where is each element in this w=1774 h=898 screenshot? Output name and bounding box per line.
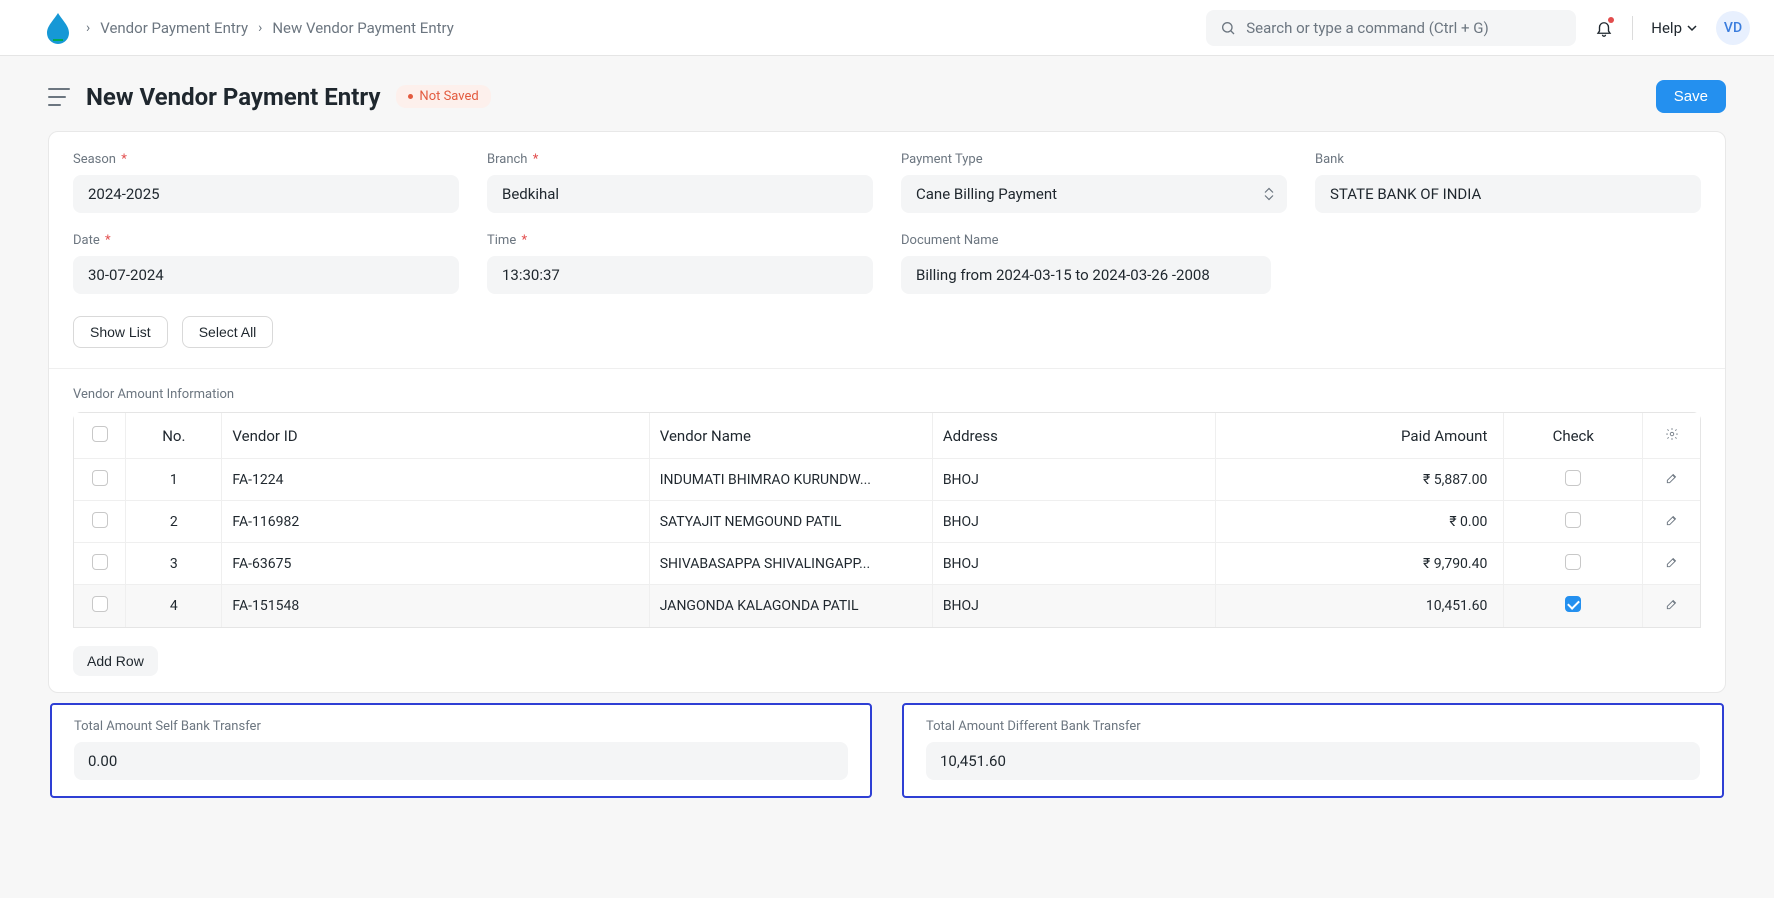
chevron-right-icon: › [258,20,262,36]
branch-input[interactable]: Bedkihal [487,175,873,213]
col-vendor-id: Vendor ID [221,413,648,459]
gear-icon[interactable] [1665,427,1679,445]
breadcrumb-item[interactable]: Vendor Payment Entry [100,19,248,37]
sidebar-toggle[interactable] [48,88,70,106]
field-season: Season * 2024-2025 [73,152,459,213]
help-label: Help [1651,19,1682,37]
season-input[interactable]: 2024-2025 [73,175,459,213]
main-area: New Vendor Payment Entry Not Saved Save … [0,56,1774,898]
select-all-checkbox[interactable] [92,426,108,442]
search-placeholder: Search or type a command (Ctrl + G) [1246,19,1488,37]
notifications-button[interactable] [1594,17,1614,39]
total-self-value[interactable]: 0.00 [74,742,848,780]
total-diff-label: Total Amount Different Bank Transfer [926,719,1700,734]
save-button[interactable]: Save [1656,80,1726,113]
row-check-checkbox[interactable] [1565,596,1581,612]
cell-vendor-name: SATYAJIT NEMGOUND PATIL [649,501,932,543]
form-card: Season * 2024-2025 Branch * Bedkihal Pay… [48,131,1726,693]
total-self-box: Total Amount Self Bank Transfer 0.00 [50,703,872,798]
cell-address: BHOJ [932,501,1215,543]
cell-paid-amount: 10,451.60 [1215,585,1503,627]
totals-row: Total Amount Self Bank Transfer 0.00 Tot… [48,703,1726,798]
total-diff-box: Total Amount Different Bank Transfer 10,… [902,703,1724,798]
col-check: Check [1503,413,1642,459]
field-bank: Bank STATE BANK OF INDIA [1315,152,1701,213]
divider [1632,16,1633,40]
time-input[interactable]: 13:30:37 [487,256,873,294]
field-payment-type: Payment Type Cane Billing Payment [901,152,1287,213]
cell-vendor-id: FA-63675 [221,543,648,585]
field-branch: Branch * Bedkihal [487,152,873,213]
status-dot [408,94,413,99]
row-select-checkbox[interactable] [92,596,108,612]
col-address: Address [932,413,1215,459]
edit-icon[interactable] [1665,471,1679,485]
select-arrows-icon [1264,188,1274,201]
cell-no: 2 [125,501,221,543]
cell-address: BHOJ [932,585,1215,627]
col-vendor-name: Vendor Name [649,413,932,459]
show-list-button[interactable]: Show List [73,316,168,348]
row-check-checkbox[interactable] [1565,512,1581,528]
vendor-table: No. Vendor ID Vendor Name Address Paid A… [73,412,1701,628]
page-title: New Vendor Payment Entry [86,83,380,111]
cell-vendor-id: FA-116982 [221,501,648,543]
table-section-label: Vendor Amount Information [73,387,1701,402]
col-no: No. [125,413,221,459]
cell-paid-amount: ₹ 0.00 [1215,501,1503,543]
cell-vendor-id: FA-1224 [221,459,648,501]
row-check-checkbox[interactable] [1565,554,1581,570]
notification-dot [1608,17,1614,23]
cell-paid-amount: ₹ 5,887.00 [1215,459,1503,501]
edit-icon[interactable] [1665,555,1679,569]
cell-vendor-name: INDUMATI BHIMRAO KURUNDW... [649,459,932,501]
row-select-checkbox[interactable] [92,554,108,570]
field-time: Time * 13:30:37 [487,233,873,294]
payment-type-select[interactable]: Cane Billing Payment [901,175,1287,213]
breadcrumbs: › Vendor Payment Entry › New Vendor Paym… [86,19,454,37]
table-row[interactable]: 2FA-116982SATYAJIT NEMGOUND PATILBHOJ₹ 0… [74,501,1700,543]
document-name-input[interactable]: Billing from 2024-03-15 to 2024-03-26 -2… [901,256,1271,294]
global-search[interactable]: Search or type a command (Ctrl + G) [1206,10,1576,46]
status-badge: Not Saved [396,85,490,108]
cell-paid-amount: ₹ 9,790.40 [1215,543,1503,585]
field-date: Date * 30-07-2024 [73,233,459,294]
chevron-down-icon [1686,22,1698,34]
cell-no: 3 [125,543,221,585]
row-select-checkbox[interactable] [92,512,108,528]
total-self-label: Total Amount Self Bank Transfer [74,719,848,734]
user-avatar[interactable]: VD [1716,11,1750,45]
cell-vendor-id: FA-151548 [221,585,648,627]
cell-address: BHOJ [932,543,1215,585]
chevron-right-icon: › [86,20,90,36]
cell-vendor-name: SHIVABASAPPA SHIVALINGAPP... [649,543,932,585]
edit-icon[interactable] [1665,513,1679,527]
page-header: New Vendor Payment Entry Not Saved Save [0,56,1774,131]
table-row[interactable]: 3FA-63675SHIVABASAPPA SHIVALINGAPP...BHO… [74,543,1700,585]
search-icon [1220,20,1236,36]
navbar: › Vendor Payment Entry › New Vendor Paym… [0,0,1774,56]
total-diff-value[interactable]: 10,451.60 [926,742,1700,780]
edit-icon[interactable] [1665,597,1679,611]
date-input[interactable]: 30-07-2024 [73,256,459,294]
table-row[interactable]: 4FA-151548JANGONDA KALAGONDA PATILBHOJ10… [74,585,1700,627]
field-document-name: Document Name Billing from 2024-03-15 to… [901,233,1287,294]
select-all-button[interactable]: Select All [182,316,274,348]
breadcrumb-item[interactable]: New Vendor Payment Entry [272,19,454,37]
bank-input[interactable]: STATE BANK OF INDIA [1315,175,1701,213]
col-paid-amount: Paid Amount [1215,413,1503,459]
cell-vendor-name: JANGONDA KALAGONDA PATIL [649,585,932,627]
table-row[interactable]: 1FA-1224INDUMATI BHIMRAO KURUNDW...BHOJ₹… [74,459,1700,501]
cell-no: 1 [125,459,221,501]
cell-address: BHOJ [932,459,1215,501]
help-menu[interactable]: Help [1651,19,1698,37]
status-text: Not Saved [419,89,478,104]
app-logo[interactable] [40,10,76,46]
row-check-checkbox[interactable] [1565,470,1581,486]
row-select-checkbox[interactable] [92,470,108,486]
add-row-button[interactable]: Add Row [73,646,158,676]
cell-no: 4 [125,585,221,627]
